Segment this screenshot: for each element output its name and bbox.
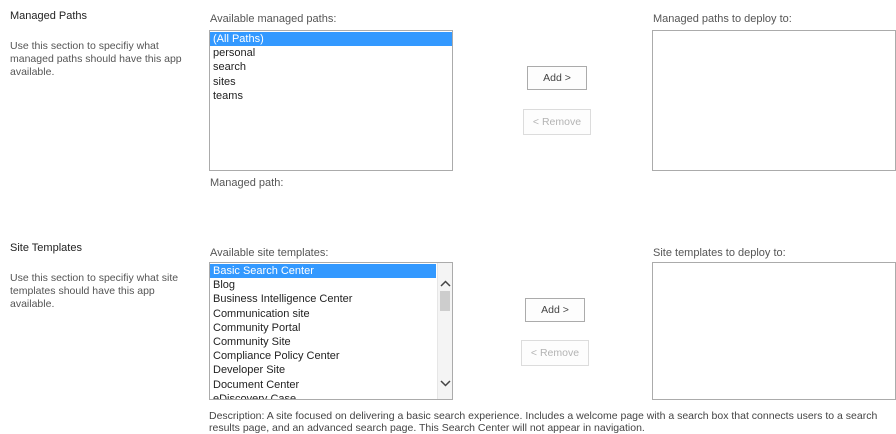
- managed-path-option[interactable]: sites: [210, 75, 452, 89]
- managed-paths-deploy-listbox[interactable]: [652, 30, 896, 171]
- site-template-option[interactable]: Community Portal: [210, 321, 436, 335]
- site-templates-title: Site Templates: [10, 242, 82, 254]
- managed-paths-description: Use this section to specifiy what manage…: [10, 40, 182, 78]
- managed-paths-add-button[interactable]: Add >: [527, 66, 587, 90]
- site-template-option[interactable]: eDiscovery Case: [210, 392, 436, 399]
- site-template-option[interactable]: Communication site: [210, 307, 436, 321]
- site-templates-deploy-label: Site templates to deploy to:: [653, 247, 786, 259]
- site-template-option[interactable]: Business Intelligence Center: [210, 292, 436, 306]
- site-templates-deploy-listbox[interactable]: [652, 262, 896, 400]
- site-template-option[interactable]: Compliance Policy Center: [210, 349, 436, 363]
- site-template-option[interactable]: Developer Site: [210, 363, 436, 377]
- chevron-up-icon[interactable]: [438, 275, 452, 291]
- managed-paths-title: Managed Paths: [10, 10, 88, 22]
- managed-path-option[interactable]: (All Paths): [210, 32, 452, 47]
- available-managed-paths-list: (All Paths) personal search sites teams: [210, 31, 452, 103]
- site-template-description-text: Description: A site focused on deliverin…: [209, 410, 878, 434]
- scrollbar-thumb[interactable]: [440, 291, 450, 311]
- managed-path-label: Managed path:: [210, 177, 284, 189]
- managed-path-option[interactable]: search: [210, 60, 452, 74]
- available-managed-paths-listbox[interactable]: (All Paths) personal search sites teams: [209, 30, 453, 171]
- available-managed-paths-label: Available managed paths:: [210, 13, 337, 25]
- site-template-option[interactable]: Blog: [210, 278, 436, 292]
- site-templates-description: Use this section to specifiy what site t…: [10, 272, 179, 310]
- managed-paths-deploy-label: Managed paths to deploy to:: [653, 13, 792, 25]
- site-template-option[interactable]: Document Center: [210, 378, 436, 392]
- available-site-templates-listbox[interactable]: Basic Search Center Blog Business Intellig…: [209, 262, 453, 400]
- managed-path-option[interactable]: personal: [210, 46, 452, 60]
- site-template-option[interactable]: Community Site: [210, 335, 436, 349]
- site-templates-scrollbar[interactable]: [437, 263, 452, 399]
- site-templates-remove-button[interactable]: < Remove: [521, 340, 589, 366]
- site-template-option[interactable]: Basic Search Center: [210, 264, 436, 279]
- available-site-templates-label: Available site templates:: [210, 247, 329, 259]
- chevron-down-icon[interactable]: [438, 375, 452, 391]
- available-site-templates-list: Basic Search Center Blog Business Intellig…: [210, 263, 436, 399]
- managed-path-option[interactable]: teams: [210, 89, 452, 103]
- managed-paths-remove-button[interactable]: < Remove: [523, 109, 591, 135]
- site-templates-add-button[interactable]: Add >: [525, 298, 585, 322]
